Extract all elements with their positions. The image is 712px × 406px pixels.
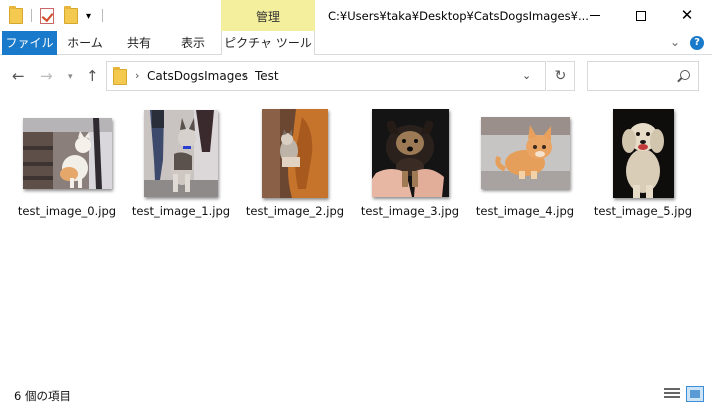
- status-bar: 6 個の項目: [0, 382, 712, 406]
- back-arrow-icon[interactable]: ←: [12, 66, 25, 86]
- file-item[interactable]: test_image_1.jpg: [125, 105, 237, 220]
- item-count: 6 個の項目: [14, 389, 71, 403]
- minimize-icon: [590, 15, 600, 16]
- expand-ribbon-icon[interactable]: ⌄: [670, 35, 680, 49]
- refresh-button[interactable]: ↻: [547, 61, 575, 91]
- address-dropdown-icon[interactable]: ⌄: [522, 69, 531, 82]
- search-icon: [680, 70, 690, 80]
- folder-icon: [113, 67, 127, 85]
- tab-file[interactable]: ファイル: [2, 31, 57, 55]
- up-arrow-icon[interactable]: ↑: [86, 66, 99, 86]
- breadcrumb-separator[interactable]: ›: [243, 62, 247, 90]
- window-title: C:¥Users¥taka¥Desktop¥CatsDogsImages¥...: [328, 9, 589, 23]
- refresh-icon: ↻: [554, 68, 567, 84]
- toolbar-separator: [31, 9, 32, 22]
- recent-locations-icon[interactable]: ▾: [68, 67, 73, 87]
- file-name: test_image_0.jpg: [17, 204, 117, 218]
- new-folder-icon[interactable]: [64, 6, 78, 26]
- ribbon-tabs: ファイル ホーム 共有 表示 ピクチャ ツール ⌄ ?: [0, 31, 712, 56]
- toolbar-separator: [102, 9, 103, 22]
- thumbnail-image: [612, 108, 674, 198]
- thumbnail-image: [371, 109, 449, 197]
- file-list: test_image_0.jpg test_image_1.jpg test_i…: [0, 97, 712, 382]
- file-item[interactable]: test_image_5.jpg: [587, 105, 699, 220]
- thumbnail-image: [22, 117, 112, 189]
- details-view-icon[interactable]: [664, 388, 680, 400]
- thumbnail-image: [144, 109, 218, 197]
- breadcrumb-catsdogsimages[interactable]: CatsDogsImages: [147, 62, 248, 90]
- large-icons-view-icon[interactable]: [686, 386, 704, 402]
- thumbnail-image: [480, 117, 570, 189]
- minimize-button[interactable]: [572, 0, 618, 31]
- help-icon[interactable]: ?: [690, 36, 704, 50]
- breadcrumb-test[interactable]: Test: [255, 62, 279, 90]
- file-name: test_image_3.jpg: [360, 204, 460, 218]
- address-bar[interactable]: › CatsDogsImages › Test ⌄: [106, 61, 546, 91]
- file-item[interactable]: test_image_2.jpg: [239, 105, 351, 220]
- folder-icon[interactable]: [9, 6, 23, 26]
- file-name: test_image_4.jpg: [475, 204, 575, 218]
- maximize-button[interactable]: [618, 0, 664, 31]
- forward-arrow-icon[interactable]: →: [40, 66, 53, 86]
- breadcrumb-separator[interactable]: ›: [135, 62, 139, 90]
- file-name: test_image_1.jpg: [131, 204, 231, 218]
- thumbnail-image: [262, 108, 328, 198]
- tab-home[interactable]: ホーム: [57, 31, 113, 55]
- file-item[interactable]: test_image_3.jpg: [354, 105, 466, 220]
- close-button[interactable]: ✕: [664, 0, 710, 31]
- close-icon: ✕: [680, 6, 694, 24]
- file-name: test_image_2.jpg: [245, 204, 345, 218]
- maximize-icon: [636, 10, 646, 21]
- tab-view[interactable]: 表示: [165, 31, 221, 55]
- navigation-bar: ← → ▾ ↑ › CatsDogsImages › Test ⌄ ↻: [0, 55, 712, 97]
- title-bar: ▾ 管理 C:¥Users¥taka¥Desktop¥CatsDogsImage…: [0, 0, 712, 31]
- file-item[interactable]: test_image_0.jpg: [11, 105, 123, 220]
- file-name: test_image_5.jpg: [593, 204, 693, 218]
- search-input[interactable]: [587, 61, 699, 91]
- file-item[interactable]: test_image_4.jpg: [469, 105, 581, 220]
- tab-manage[interactable]: 管理: [221, 0, 315, 31]
- tab-share[interactable]: 共有: [113, 31, 165, 55]
- properties-icon[interactable]: [40, 6, 54, 26]
- tab-picture-tools[interactable]: ピクチャ ツール: [221, 31, 315, 56]
- customize-quick-access-icon[interactable]: ▾: [86, 6, 91, 26]
